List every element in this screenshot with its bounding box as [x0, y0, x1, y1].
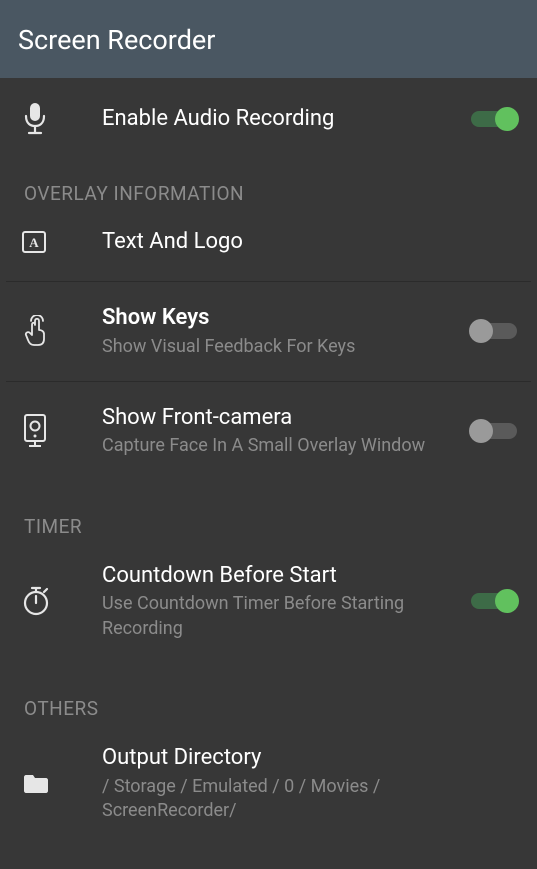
output-directory-label: Output Directory	[102, 744, 505, 773]
row-front-camera[interactable]: Show Front-camera Capture Face In A Smal…	[0, 382, 537, 485]
front-camera-toggle[interactable]	[471, 423, 517, 439]
timer-icon	[22, 586, 72, 616]
row-output-directory[interactable]: Output Directory / Storage / Emulated / …	[0, 726, 537, 845]
app-title: Screen Recorder	[18, 24, 519, 56]
svg-text:A: A	[29, 235, 39, 250]
folder-icon	[22, 773, 72, 795]
microphone-icon	[22, 102, 72, 136]
app-header: Screen Recorder	[0, 4, 537, 78]
output-directory-sub: / Storage / Emulated / 0 / Movies / Scre…	[102, 775, 505, 824]
enable-audio-label: Enable Audio Recording	[102, 105, 459, 134]
section-overlay-information: OVERLAY INFORMATION	[0, 160, 537, 211]
front-camera-sub: Capture Face In A Small Overlay Window	[102, 434, 459, 458]
text-logo-icon: A	[22, 231, 72, 253]
show-keys-toggle[interactable]	[471, 323, 517, 339]
row-text-and-logo[interactable]: A Text And Logo	[0, 211, 537, 281]
show-keys-label: Show Keys	[102, 304, 459, 333]
front-camera-label: Show Front-camera	[102, 404, 459, 433]
enable-audio-toggle[interactable]	[471, 111, 517, 127]
settings-list: Enable Audio Recording OVERLAY INFORMATI…	[0, 78, 537, 845]
show-keys-sub: Show Visual Feedback For Keys	[102, 335, 459, 359]
row-countdown[interactable]: Countdown Before Start Use Countdown Tim…	[0, 544, 537, 663]
countdown-toggle[interactable]	[471, 593, 517, 609]
row-enable-audio[interactable]: Enable Audio Recording	[0, 78, 537, 160]
text-and-logo-label: Text And Logo	[102, 228, 505, 257]
front-camera-icon	[22, 414, 72, 448]
touch-icon	[22, 315, 72, 347]
row-show-keys[interactable]: Show Keys Show Visual Feedback For Keys	[0, 282, 537, 381]
countdown-label: Countdown Before Start	[102, 562, 459, 591]
section-others: OTHERS	[0, 663, 537, 726]
section-timer: TIMER	[0, 485, 537, 544]
countdown-sub: Use Countdown Timer Before Starting Reco…	[102, 592, 459, 641]
